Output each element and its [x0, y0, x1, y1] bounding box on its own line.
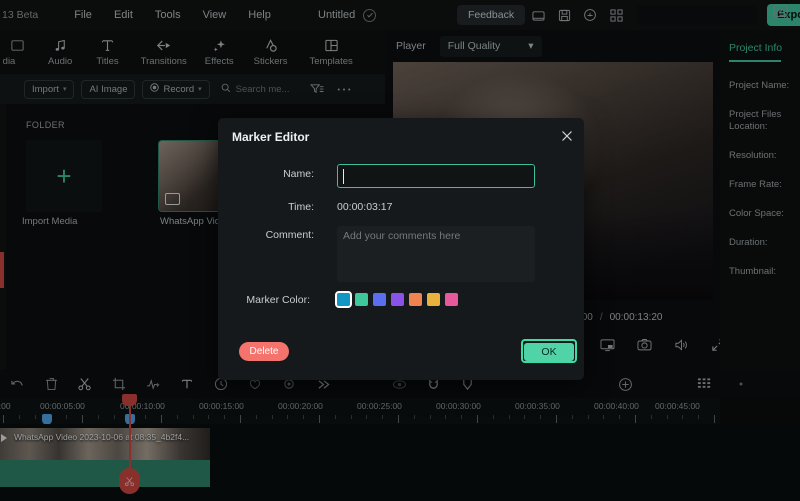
close-icon[interactable]	[561, 129, 573, 147]
color-swatch-5[interactable]	[427, 293, 440, 306]
marker-color-swatches	[335, 291, 458, 308]
app-root: 13 Beta File Edit Tools View Help Untitl…	[0, 0, 800, 501]
name-input[interactable]	[337, 164, 535, 188]
time-label: Time:	[288, 201, 314, 213]
color-swatch-1[interactable]	[355, 293, 368, 306]
color-swatch-2[interactable]	[373, 293, 386, 306]
time-value: 00:00:03:17	[337, 201, 393, 213]
dialog-title: Marker Editor	[232, 130, 310, 144]
name-label: Name:	[283, 168, 314, 180]
comment-label: Comment:	[265, 229, 314, 241]
color-swatch-3[interactable]	[391, 293, 404, 306]
color-swatch-4[interactable]	[409, 293, 422, 306]
comment-placeholder: Add your comments here	[343, 230, 461, 242]
marker-color-label: Marker Color:	[246, 294, 310, 306]
delete-button[interactable]: Delete	[239, 342, 289, 361]
color-swatch-6[interactable]	[445, 293, 458, 306]
text-cursor	[343, 169, 344, 184]
marker-editor-dialog: Marker Editor Name: Time: 00:00:03:17 Co…	[218, 118, 584, 380]
ok-button-focus-ring: OK	[521, 339, 577, 363]
color-swatch-0[interactable]	[335, 291, 352, 308]
ok-button[interactable]: OK	[524, 343, 574, 361]
comment-textarea[interactable]: Add your comments here	[337, 226, 535, 282]
